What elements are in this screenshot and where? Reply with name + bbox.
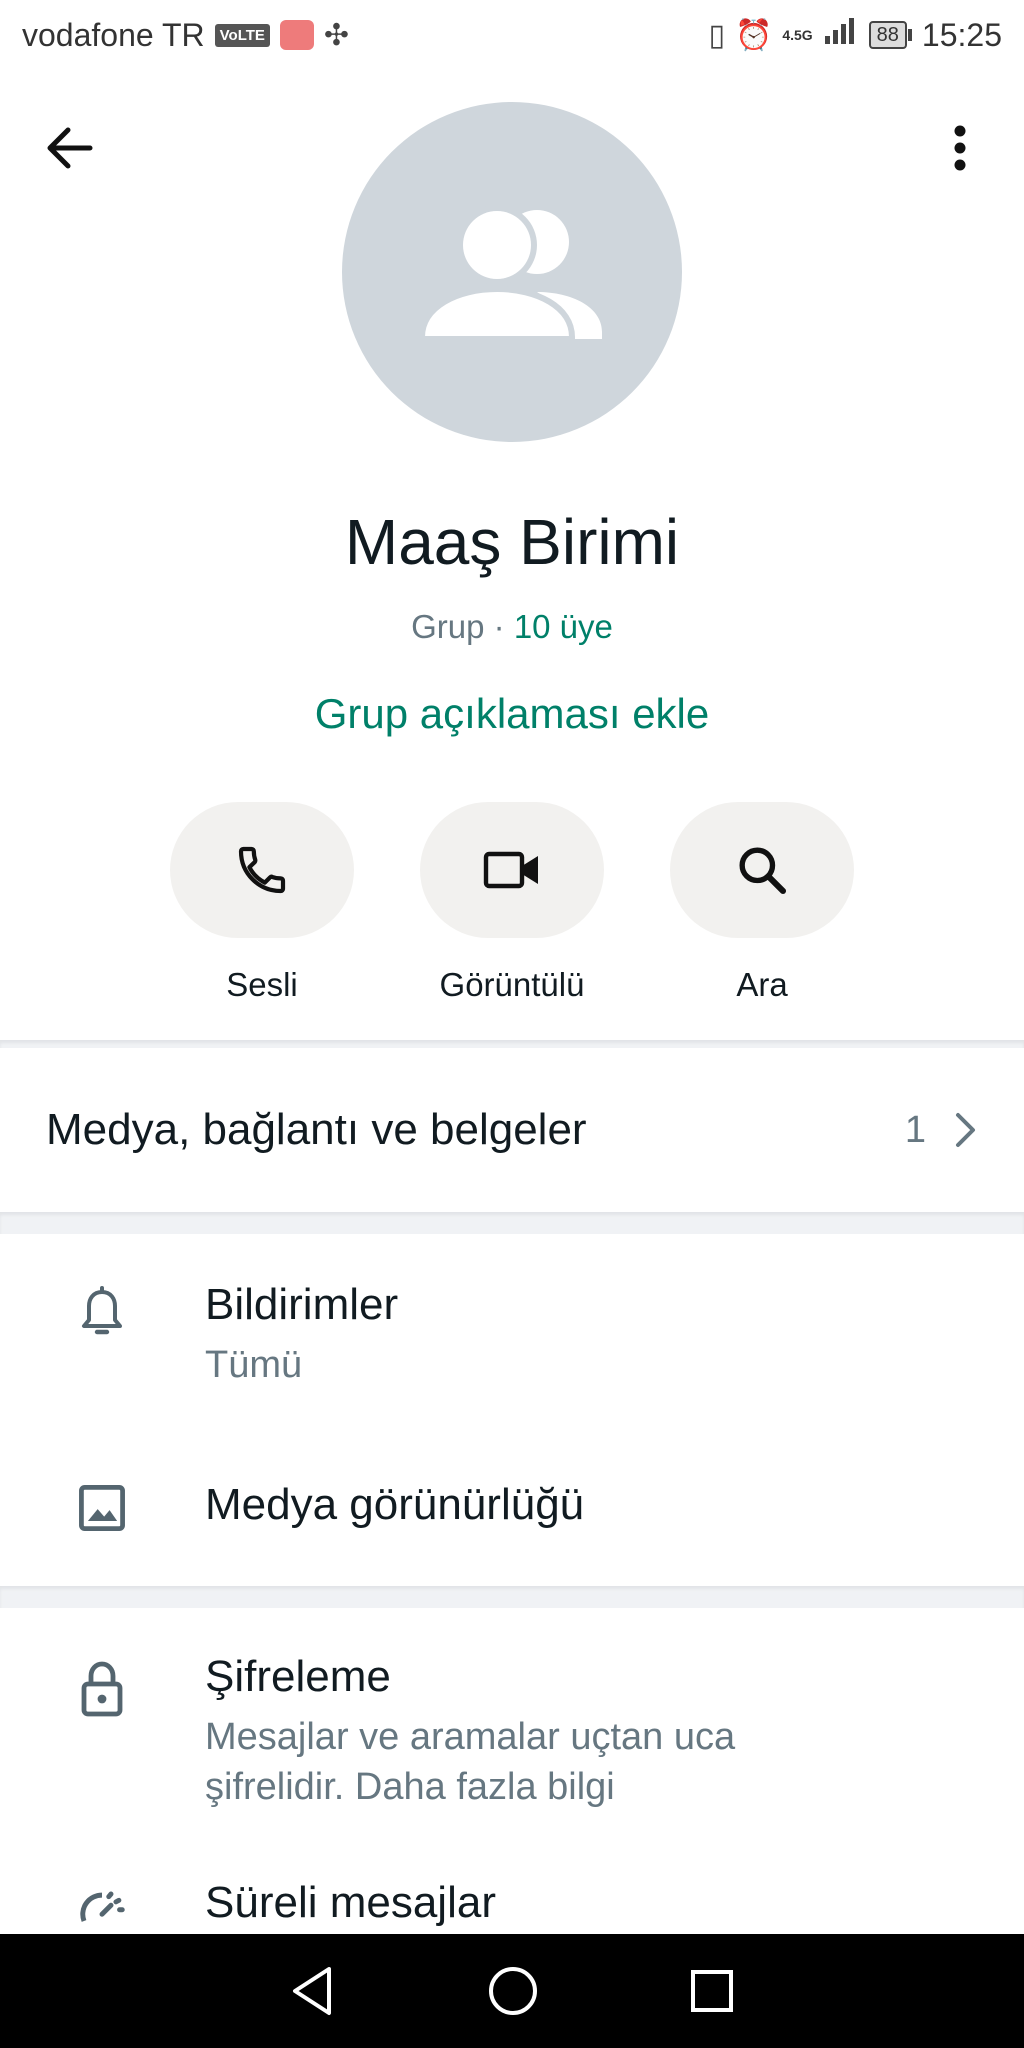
search-button[interactable]: Ara <box>670 802 854 1004</box>
audio-call-pill[interactable] <box>170 802 354 938</box>
image-icon <box>72 1478 132 1538</box>
bell-icon <box>72 1284 132 1344</box>
disappearing-messages-title: Süreli mesajlar <box>205 1880 496 1927</box>
notifications-value: Tümü <box>205 1344 303 1386</box>
search-icon <box>739 847 787 895</box>
media-links-docs-label: Medya, bağlantı ve belgeler <box>46 1105 587 1154</box>
app-notification-icon <box>279 20 314 50</box>
section-divider <box>0 1212 1024 1234</box>
group-meta: Grup · 10 üye <box>0 608 1024 646</box>
search-label: Ara <box>736 966 788 1003</box>
media-count: 1 <box>904 1108 926 1151</box>
more-options-button[interactable] <box>935 118 985 178</box>
arrow-left-icon <box>47 127 93 169</box>
alarm-icon: ⏰ <box>734 18 773 52</box>
nav-home-icon[interactable] <box>487 1965 539 2017</box>
volte-badge: VoLTE <box>214 23 270 47</box>
media-visibility-title: Medya görünürlüğü <box>205 1480 585 1529</box>
signal-icon <box>823 16 859 54</box>
encryption-description: Mesajlar ve aramalar uçtan uca şifrelidi… <box>205 1716 736 1808</box>
back-button[interactable] <box>40 118 100 178</box>
timer-icon <box>72 1882 132 1934</box>
carrier-label: vodafone TR <box>22 16 205 53</box>
vibrate-icon: ▯ <box>708 18 725 52</box>
status-bar: vodafone TR VoLTE ✣ ▯ ⏰ 4.5G 88 15:25 <box>0 0 1024 70</box>
group-type: Grup <box>411 608 485 645</box>
phone-icon <box>238 846 286 894</box>
audio-call-label: Sesli <box>226 966 298 1003</box>
notifications-title: Bildirimler <box>205 1280 399 1329</box>
group-avatar-icon <box>419 205 602 342</box>
disappearing-messages-row[interactable]: Süreli mesajlar <box>0 1880 1024 1934</box>
encryption-row[interactable]: Şifreleme Mesajlar ve aramalar uçtan uca… <box>0 1608 1024 1828</box>
section-divider <box>0 1586 1024 1608</box>
chevron-right-icon <box>956 1113 975 1147</box>
group-name: Maaş Birimi <box>344 506 680 578</box>
video-icon <box>483 851 538 889</box>
clock: 15:25 <box>921 16 1002 53</box>
lock-icon <box>72 1658 132 1718</box>
notifications-row[interactable]: Bildirimler Tümü <box>0 1234 1024 1416</box>
section-divider <box>0 1040 1024 1048</box>
battery-icon: 88 <box>868 21 912 49</box>
video-call-button[interactable]: Görüntülü <box>420 802 604 1004</box>
action-buttons: Sesli Görüntülü Ara <box>0 802 1024 1012</box>
audio-call-button[interactable]: Sesli <box>170 802 354 1004</box>
system-nav-bar <box>0 1934 1024 2048</box>
battery-level: 88 <box>868 21 907 49</box>
search-pill[interactable] <box>670 802 854 938</box>
meta-separator: · <box>493 608 505 645</box>
pinwheel-icon: ✣ <box>323 18 350 52</box>
video-call-pill[interactable] <box>420 802 604 938</box>
encryption-title: Şifreleme <box>205 1652 391 1701</box>
more-vert-icon <box>954 125 966 171</box>
media-visibility-row[interactable]: Medya görünürlüğü <box>0 1416 1024 1586</box>
nav-back-icon[interactable] <box>289 1965 337 2017</box>
member-count-link[interactable]: 10 üye <box>514 608 613 645</box>
media-links-docs-row[interactable]: Medya, bağlantı ve belgeler 1 <box>0 1048 1024 1212</box>
group-avatar[interactable] <box>342 102 682 442</box>
network-type: 4.5G <box>782 27 813 43</box>
video-call-label: Görüntülü <box>439 966 585 1003</box>
add-description-link[interactable]: Grup açıklaması ekle <box>0 690 1024 738</box>
nav-recents-icon[interactable] <box>689 1968 735 2014</box>
